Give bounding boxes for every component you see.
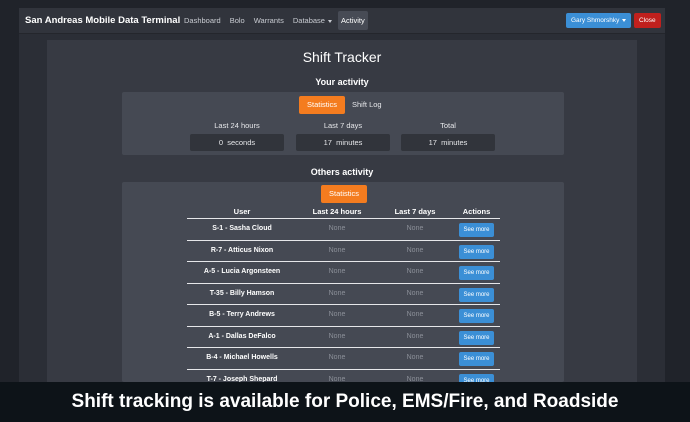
top-navbar: San Andreas Mobile Data Terminal Dashboa… [19,8,665,34]
column-user: User [233,207,251,216]
see-more-button[interactable]: See more [459,287,494,302]
row-user: T-35 - Billy Hamson [209,289,275,297]
table-header: User Last 24 hours Last 7 days Actions [187,204,500,219]
chevron-down-icon [622,18,627,22]
row-user: R-7 - Atticus Nixon [210,246,274,254]
nav-database[interactable]: Database [290,11,335,30]
tab-statistics[interactable]: Statistics [299,96,346,114]
nav-activity[interactable]: Activity [337,11,368,30]
app-brand[interactable]: San Andreas Mobile Data Terminal [25,15,180,26]
stat-value-7d: 17 minutes [296,134,390,151]
column-actions: Actions [462,207,491,216]
row-last-7-days: None [406,246,424,254]
row-last-24-hours: None [328,246,346,254]
page-title: Shift Tracker [302,49,382,65]
row-user: S-1 - Sasha Cloud [212,225,272,232]
table-row: B-4 - Michael Howells None None See more [187,348,500,370]
row-last-7-days: None [406,354,424,361]
stat-label-24h: Last 24 hours [214,121,260,130]
table-row: B-5 - Terry Andrews None None See more [187,305,500,327]
others-activity-heading: Others activity [310,167,374,177]
table-row: T-35 - Billy Hamson None None See more [187,284,500,305]
see-more-button[interactable]: See more [459,309,494,323]
row-last-7-days: None [406,289,424,297]
row-last-24-hours: None [328,268,346,275]
see-more-button[interactable]: See more [459,223,494,237]
stat-label-total: Total [440,121,456,130]
see-more-button[interactable]: See more [459,352,494,366]
caption-banner: Shift tracking is available for Police, … [0,382,690,422]
stat-label-7d: Last 7 days [323,121,363,130]
column-last-7-days: Last 7 days [394,207,436,216]
table-row: S-1 - Sasha Cloud None None See more [187,219,500,241]
others-activity-card: Statistics User Last 24 hours Last 7 day… [122,182,564,382]
row-last-24-hours: None [328,225,346,232]
row-last-24-hours: None [328,332,346,340]
row-user: A-1 - Dallas DeFalco [208,332,276,340]
table-body: S-1 - Sasha Cloud None None See more R-7 - A… [187,219,500,382]
row-user: B-4 - Michael Howells [206,354,278,361]
stat-value-total: 17 minutes [401,134,495,151]
row-last-7-days: None [406,268,424,275]
your-activity-card: Statistics Shift Log Last 24 hours 0 sec… [122,92,564,155]
row-last-24-hours: None [328,311,346,318]
stat-value-24h: 0 seconds [190,134,284,151]
row-last-7-days: None [406,311,424,318]
main-content: Shift Tracker Your activity Statistics S… [47,40,637,382]
table-row: A-1 - Dallas DeFalco None None See more [187,327,500,348]
row-user: A-5 - Lucia Argonsteen [203,268,281,275]
others-activity-table: User Last 24 hours Last 7 days Actions S… [187,204,500,382]
see-more-button[interactable]: See more [459,330,494,345]
screenshot-frame: San Andreas Mobile Data Terminal Dashboa… [0,0,690,422]
nav-warrants[interactable]: Warrants [251,11,287,30]
see-more-button[interactable]: See more [459,244,494,259]
see-more-button[interactable]: See more [459,266,494,280]
row-last-24-hours: None [328,289,346,297]
row-last-24-hours: None [328,354,346,361]
user-menu-button[interactable]: Gary Shmorshky [566,13,632,28]
table-row: R-7 - Atticus Nixon None None See more [187,241,500,262]
tab-shift-log[interactable]: Shift Log [344,96,390,114]
nav-menu: Dashboard Bolo Warrants Database Activit… [181,11,368,30]
nav-database-label: Database [292,16,325,25]
row-last-7-days: None [406,332,424,340]
chevron-down-icon [327,19,332,23]
row-last-7-days: None [406,225,424,232]
column-last-24-hours: Last 24 hours [312,207,362,216]
see-more-button[interactable]: See more [459,373,494,382]
user-name: Gary Shmorshky [571,17,620,24]
row-user: B-5 - Terry Andrews [209,311,275,318]
caption-text: Shift tracking is available for Police, … [71,391,619,412]
table-row: A-5 - Lucia Argonsteen None None See more [187,262,500,284]
nav-bolo[interactable]: Bolo [227,11,248,30]
nav-dashboard[interactable]: Dashboard [181,11,224,30]
table-row: T-7 - Joseph Shepard None None See more [187,370,500,382]
close-button[interactable]: Close [634,13,661,28]
mdt-window: San Andreas Mobile Data Terminal Dashboa… [19,8,665,382]
tab-others-statistics[interactable]: Statistics [321,185,368,203]
your-activity-heading: Your activity [315,77,369,87]
